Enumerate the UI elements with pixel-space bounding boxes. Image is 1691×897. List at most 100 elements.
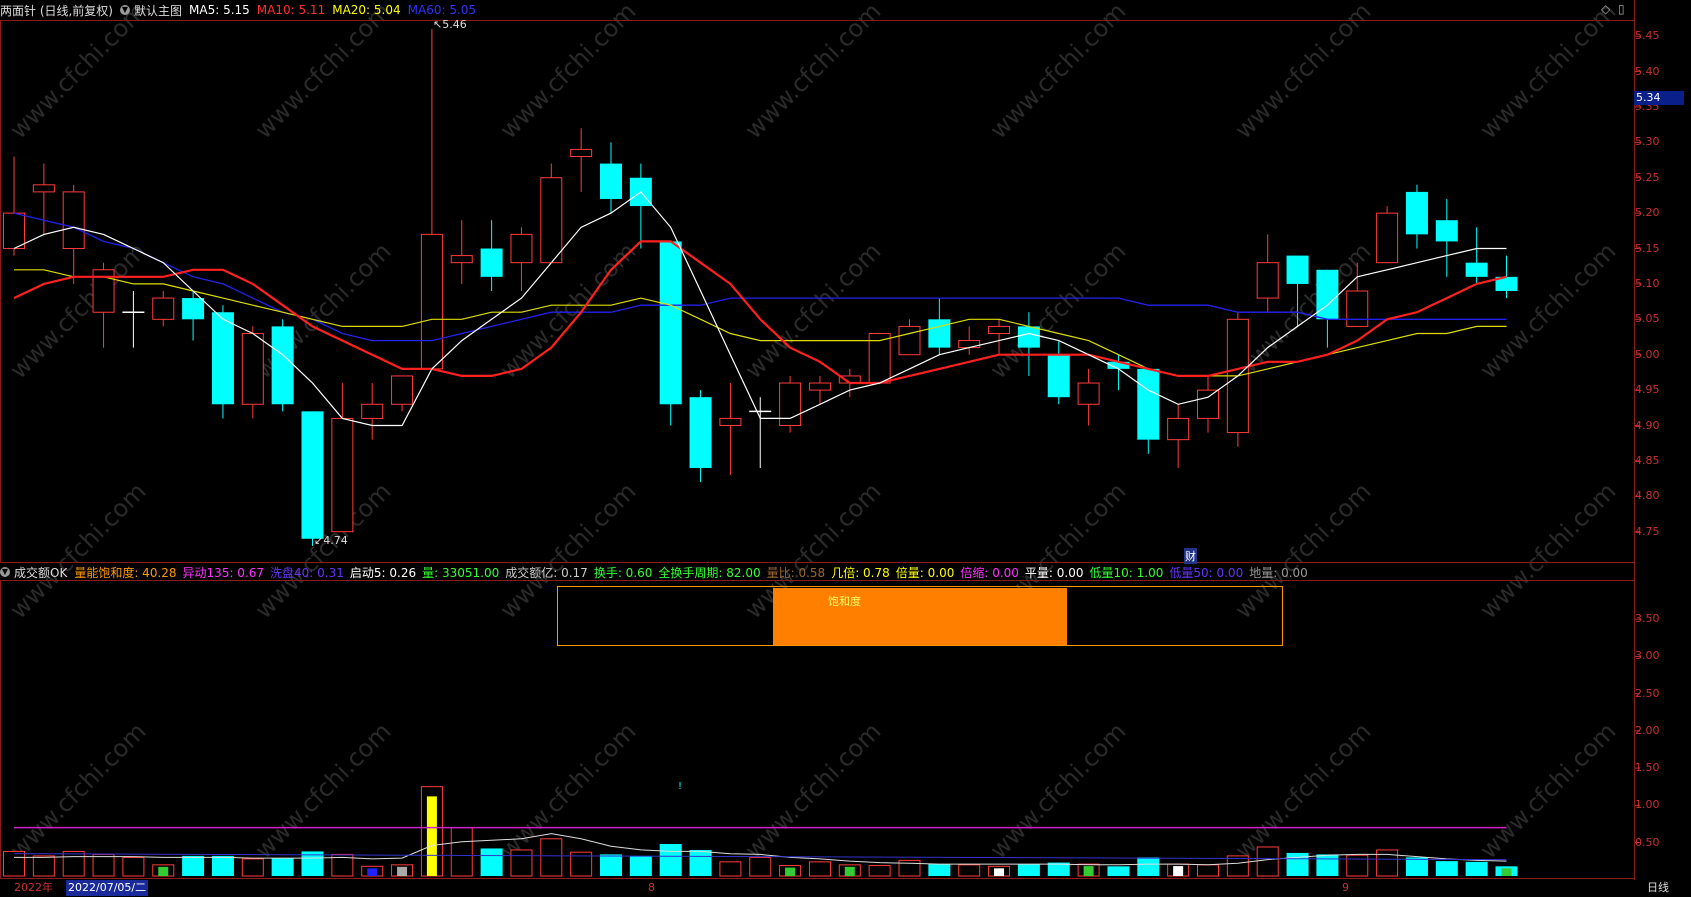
volume-signal-bar [397,866,408,876]
year-label: 2022年 [14,881,53,894]
volume-bar [629,855,652,876]
indicator-legend-item: 启动5: 0.26 [349,565,417,580]
volume-signal-bar [1083,866,1094,876]
candle-body [898,325,921,356]
volume-bar [1137,857,1160,876]
main-chart-selector[interactable]: 默认主图 [134,2,182,19]
volume-bar [719,861,742,877]
volume-bar [3,850,25,877]
indicator-tick-label: 3.50 [1635,612,1660,626]
indicator-legend-item: 量能饱和度: 40.28 [74,565,177,580]
candle-body [301,411,324,539]
ma-legend: MA5: 5.15 MA10: 5.11 MA20: 5.04 MA60: 5.05 [189,3,483,17]
indicator-legend: 量能饱和度: 40.28 异动135: 0.67 洗盘40: 0.31 启动5: 0.… [74,564,1313,581]
period-button[interactable]: 日线 [1647,880,1669,896]
indicator-legend-item: 异动135: 0.67 [182,565,265,580]
candle-body [331,417,354,533]
price-tick-label: 5.20 [1635,206,1660,220]
price-tick-label: 5.45 [1635,29,1660,43]
candle-body [391,375,414,405]
watermark-text: www.cfchi.com [494,717,641,864]
candle-body [808,382,831,391]
indicator-legend-item: 换手: 0.60 [593,565,653,580]
volume-signal-bar [844,866,855,876]
ma-legend-item: MA10: 5.11 [256,3,326,17]
watermark-text: www.cfchi.com [249,717,396,864]
candle-body [779,382,802,426]
collapse-indicator-icon[interactable]: ▼ [0,567,10,577]
indicator-tick-label: 1.00 [1635,798,1660,812]
watermark-text: www.cfchi.com [1474,477,1621,624]
collapse-icon[interactable]: ▼ [120,5,130,15]
indicator-name[interactable]: 成交额OK [14,564,67,581]
volume-bar [1405,857,1428,876]
month-8-label: 8 [648,881,655,894]
indicator-legend-item: 全换手周期: 82.00 [658,565,761,580]
indicator-legend-item: 量比: 0.58 [766,565,826,580]
volume-bar [1017,864,1040,876]
volume-signal-bar [158,866,169,876]
volume-bar [450,827,473,877]
watermark-text: www.cfchi.com [984,0,1131,144]
candle-body [3,212,25,250]
indicator-legend-item: 低量50: 0.00 [1169,565,1244,580]
price-tick-label: 5.15 [1635,241,1660,255]
watermark-text: www.cfchi.com [4,237,151,384]
candle-body [480,248,503,277]
price-tick-label: 4.80 [1635,489,1660,503]
watermark-text: www.cfchi.com [4,477,151,624]
high-price-label: ↖5.46 [433,18,467,31]
candle-body [1077,382,1100,405]
restore-icon[interactable]: ▯ [1618,2,1625,16]
ma-legend-item: MA5: 5.15 [189,3,250,17]
candle-body [361,403,384,419]
price-tick-label: 5.25 [1635,170,1660,184]
price-tick-label: 5.40 [1635,64,1660,78]
low-price-value: 4.74 [323,534,348,547]
volume-bar [122,856,145,877]
candle-body [62,191,85,250]
indicator-tick-label: 2.50 [1635,686,1660,700]
volume-bar [510,849,533,877]
ma-legend-item: MA60: 5.05 [407,3,477,17]
candle-body [1017,326,1040,348]
watermark-text: www.cfchi.com [1474,717,1621,864]
volume-bar [600,854,622,876]
volume-signal-bar [367,868,378,876]
volume-bar [749,856,772,877]
volume-signal-bar [426,796,437,876]
volume-bar [92,853,115,877]
volume-bar [1376,849,1399,877]
price-tick-label: 4.95 [1635,383,1660,397]
candle-body [420,233,443,370]
candle-body [928,319,951,348]
volume-bar [540,838,563,877]
watermark-text: www.cfchi.com [4,717,151,864]
watermark-text: www.cfchi.com [1229,717,1376,864]
candle-body [1405,191,1428,235]
candle-body [659,241,682,405]
indicator-legend-item: 几倍: 0.78 [831,565,890,580]
diamond-icon[interactable]: ◇ [1601,2,1610,16]
saturation-label: 饱和度 [828,595,861,608]
indicator-legend-item: 平量: 0.00 [1024,565,1084,580]
watermark-layer: www.cfchi.com www.cfchi.com www.cfchi.com w… [4,0,1621,864]
stock-title[interactable]: 两面针 (日线,前复权) [0,2,113,19]
candle-body [1435,220,1458,242]
volume-bar [689,849,712,876]
low-price-label: ↙4.74 [314,534,348,547]
watermark-text: www.cfchi.com [249,237,396,384]
volume-bar [211,855,234,876]
volume-bar [1197,864,1219,877]
indicator-legend-item: 地量: 0.00 [1249,565,1308,580]
candle-body [1137,368,1160,440]
candle-body [1197,389,1219,419]
candle-body [1256,262,1279,299]
volume-bar [1435,861,1458,876]
candle-body [1047,354,1070,398]
candle-body [1465,262,1488,277]
volume-bar [958,864,981,877]
candle-body [1316,269,1339,320]
volume-signal-bar [1501,868,1512,876]
ma5-line [13,191,1507,427]
